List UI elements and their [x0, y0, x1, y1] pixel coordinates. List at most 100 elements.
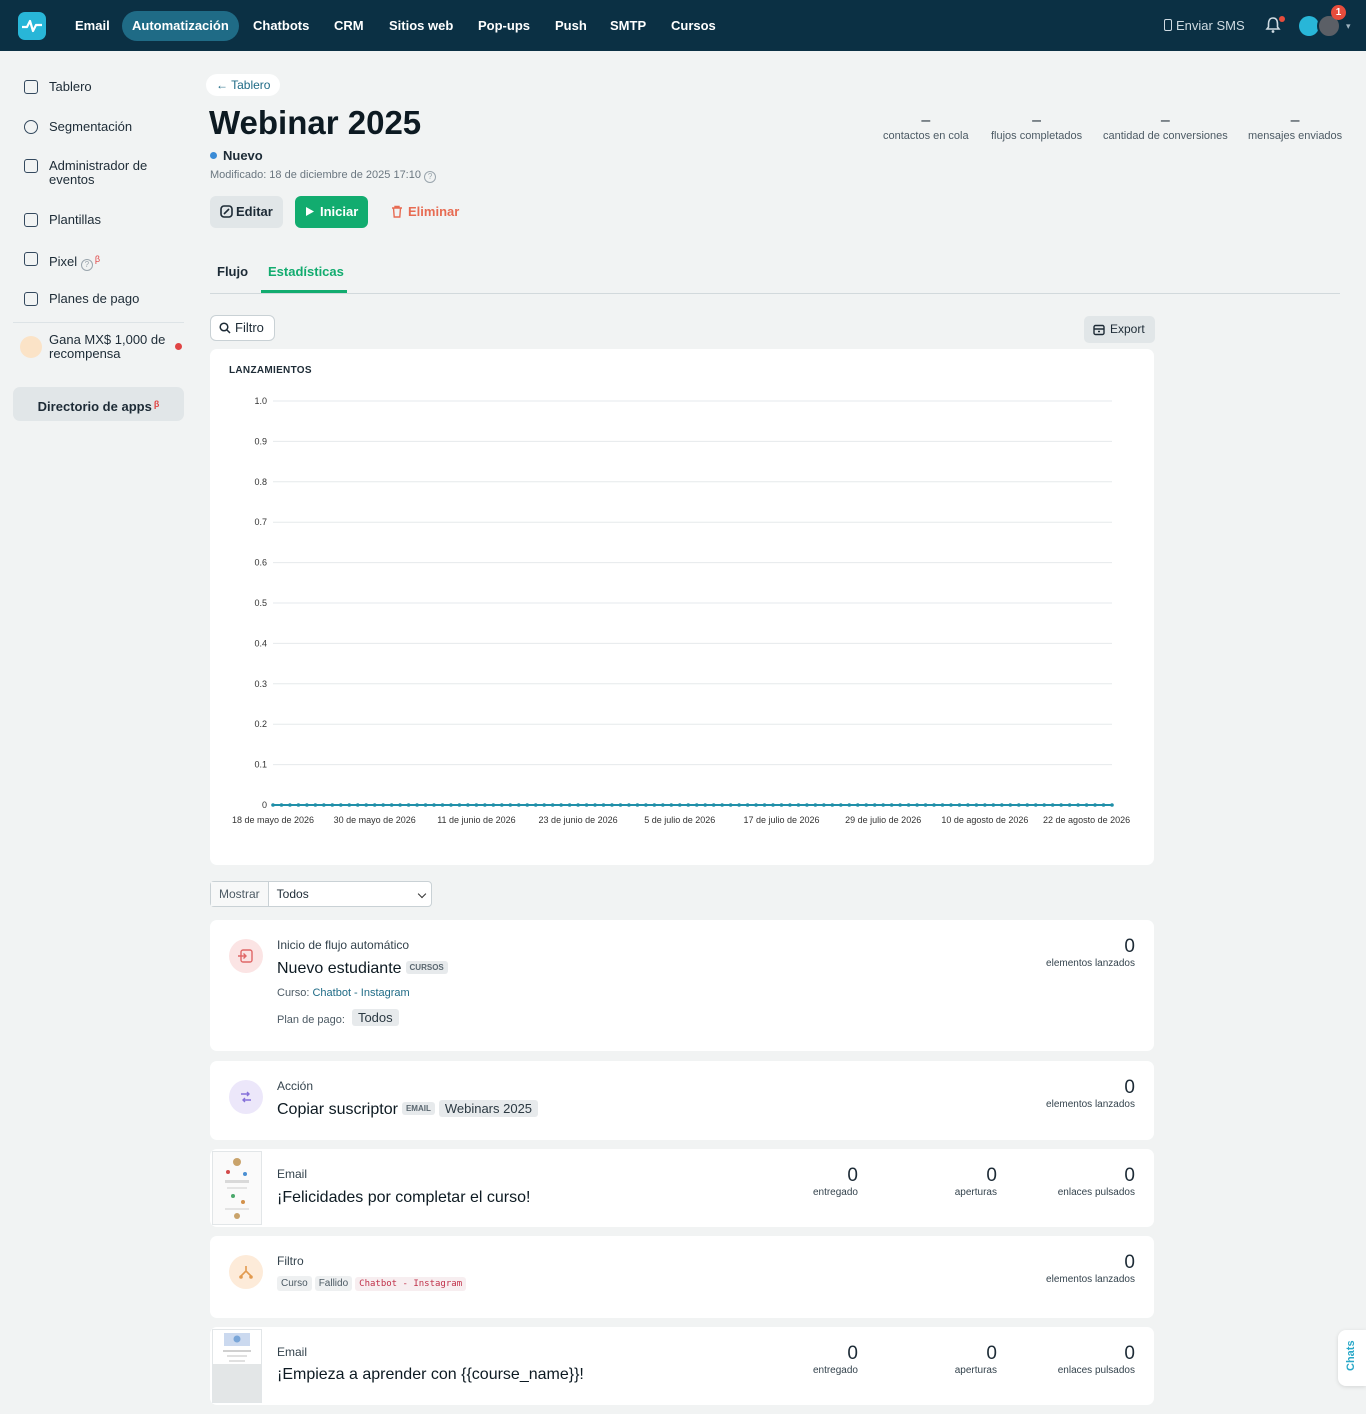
nav-websites[interactable]: Sitios web [379, 11, 463, 41]
step-card-action[interactable]: Acción Copiar suscriptor EMAIL Webinars 20… [210, 1061, 1154, 1140]
app-directory-label: Directorio de apps [37, 399, 152, 414]
x-tick-label: 17 de julio de 2026 [743, 815, 819, 825]
sidebar-item-segmentation[interactable]: Segmentación [24, 120, 132, 134]
breadcrumb[interactable]: ← Tablero [206, 74, 281, 96]
y-tick-label: 0.5 [254, 598, 267, 608]
sidebar-divider [13, 322, 184, 323]
send-sms-label: Enviar SMS [1176, 18, 1245, 33]
sidebar-item-templates[interactable]: Plantillas [24, 213, 101, 227]
reward-dot [175, 343, 182, 350]
filter-button[interactable]: Filtro [210, 315, 275, 341]
nav-crm[interactable]: CRM [324, 11, 374, 41]
help-icon[interactable]: ? [424, 171, 437, 183]
y-tick-label: 0.4 [254, 638, 267, 648]
gift-icon [20, 336, 42, 358]
show-select[interactable]: Todos [269, 882, 431, 906]
tab-statistics[interactable]: Estadísticas [268, 264, 344, 279]
nav-courses[interactable]: Cursos [661, 11, 726, 41]
launches-chart: 0 0.1 0.2 0.3 0.4 0.5 0.6 0.7 0.8 0.9 1.0 18 de may… [232, 396, 1130, 825]
nav-push[interactable]: Push [545, 11, 597, 41]
data-point [686, 803, 691, 807]
metric-label: flujos completados [991, 130, 1083, 142]
tab-flow[interactable]: Flujo [217, 264, 248, 279]
data-point [847, 803, 852, 807]
beta-badge: β [94, 254, 100, 264]
data-point [559, 803, 563, 807]
nav-automation[interactable]: Automatización [122, 11, 239, 41]
course-link[interactable]: Chatbot - Instagram [312, 987, 409, 999]
x-tick-label: 5 de julio de 2026 [644, 815, 715, 825]
data-point [754, 803, 758, 807]
sidebar-item-events[interactable]: Administrador de eventos [24, 159, 174, 187]
status-badge: Nuevo [210, 148, 263, 163]
nav-popups[interactable]: Pop-ups [468, 11, 540, 41]
data-point [601, 803, 606, 807]
data-point [703, 803, 708, 807]
data-point [652, 803, 657, 807]
nav-chatbots[interactable]: Chatbots [243, 11, 319, 41]
data-point [1101, 803, 1106, 807]
data-point [839, 803, 843, 807]
export-button[interactable]: Export [1084, 316, 1155, 343]
metric-value: – [921, 112, 931, 129]
chats-label: Chats [1345, 1340, 1357, 1371]
step-tag: EMAIL [401, 1102, 435, 1115]
edit-icon [220, 205, 233, 218]
start-button[interactable]: Iniciar [295, 196, 369, 228]
metric-value: – [1290, 112, 1300, 129]
send-sms-button[interactable]: Enviar SMS [1164, 18, 1245, 33]
dashboard-icon [24, 80, 38, 94]
data-point [525, 803, 530, 807]
data-point [661, 803, 665, 807]
data-point [1067, 803, 1072, 807]
data-point [635, 803, 640, 807]
data-point [296, 803, 301, 807]
data-point [516, 803, 521, 807]
events-icon [24, 159, 38, 173]
data-point [966, 803, 970, 807]
edit-button[interactable]: Editar [210, 196, 283, 228]
help-icon[interactable]: ? [80, 259, 93, 271]
data-point [1016, 803, 1021, 807]
data-point [449, 803, 453, 807]
data-point [923, 803, 928, 807]
stat-label: aperturas [954, 1365, 997, 1376]
stat-value: 0 [1124, 936, 1135, 957]
step-stat: 0 elementos lanzados [1046, 936, 1135, 969]
data-point [1110, 803, 1114, 807]
data-point [779, 803, 784, 807]
bot-avatar[interactable] [1299, 16, 1319, 36]
data-point [508, 803, 513, 807]
nav-email[interactable]: Email [65, 11, 120, 41]
metric-sent: – mensajes enviados [1248, 112, 1342, 142]
step-stat: 0 elementos lanzados [1046, 1252, 1135, 1285]
step-card-filter[interactable]: Filtro Curso Fallido Chatbot - Instagram 0… [210, 1236, 1154, 1318]
sidebar-item-payment-plans[interactable]: Planes de pago [24, 292, 139, 306]
sidebar-item-reward[interactable]: Gana MX$ 1,000 de recompensa [49, 333, 174, 361]
step-card-email-1[interactable]: Email ¡Felicidades por completar el curs… [210, 1149, 1154, 1227]
data-point [567, 803, 572, 807]
logo-icon[interactable] [18, 12, 46, 40]
chats-button[interactable]: Chats [1338, 1330, 1366, 1386]
step-card-email-2[interactable]: Email ¡Empieza a aprender con {{course_n… [210, 1327, 1154, 1405]
step-card-trigger[interactable]: Inicio de flujo automático Nuevo estudia… [210, 920, 1154, 1051]
data-point [762, 803, 767, 807]
chevron-down-icon[interactable]: ▾ [1346, 21, 1351, 32]
nav-smtp[interactable]: SMTP [600, 11, 656, 41]
sidebar-item-pixel[interactable]: Pixel ?β [24, 252, 100, 271]
x-tick-label: 22 de agosto de 2026 [1043, 815, 1130, 825]
status-dot [210, 152, 217, 159]
y-tick-label: 0.1 [254, 760, 267, 770]
data-point [1059, 803, 1063, 807]
data-point [864, 803, 869, 807]
metric-label: cantidad de conversiones [1103, 130, 1228, 142]
data-point [915, 803, 919, 807]
step-course: Curso: Chatbot - Instagram [277, 987, 410, 999]
app-directory-button[interactable]: Directorio de apps β [13, 387, 184, 421]
metric-queued: – contactos en cola [883, 112, 969, 142]
search-icon [219, 322, 231, 334]
delete-button[interactable]: Eliminar [381, 196, 469, 228]
x-tick-label: 18 de mayo de 2026 [232, 815, 314, 825]
data-point [1084, 803, 1089, 807]
sidebar-item-dashboard[interactable]: Tablero [24, 80, 92, 94]
